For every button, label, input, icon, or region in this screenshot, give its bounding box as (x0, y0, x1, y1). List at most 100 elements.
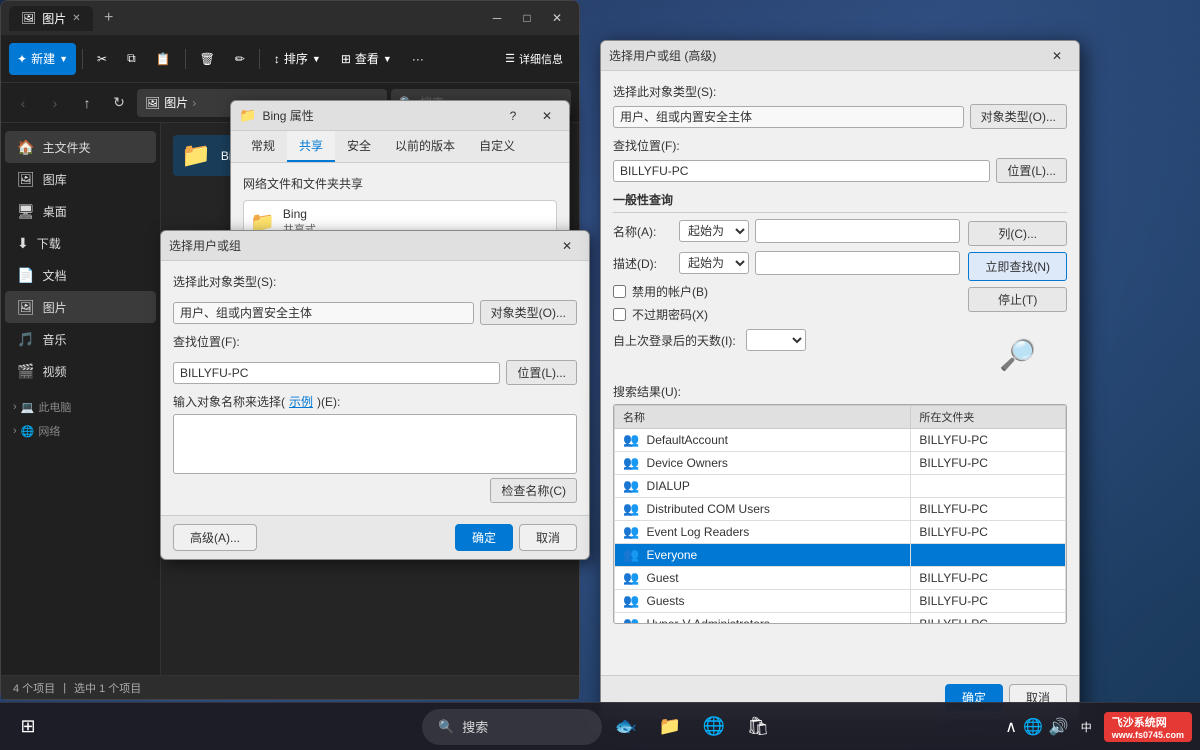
sidebar-desktop-label: 桌面 (43, 203, 67, 220)
taskbar-time[interactable]: 中 (1073, 715, 1100, 739)
column-button[interactable]: 列(C)... (968, 221, 1067, 246)
name-label: 名称(A): (613, 223, 673, 240)
sidebar-item-desktop[interactable]: 🖥 桌面 (5, 195, 156, 227)
desktop-icon: 🖥 (17, 203, 35, 220)
refresh-button[interactable]: ↻ (105, 89, 133, 117)
object-type-button[interactable]: 对象类型(O)... (480, 300, 577, 325)
adv-object-type-btn[interactable]: 对象类型(O)... (970, 104, 1067, 129)
desc-input[interactable] (755, 251, 960, 275)
bing-dialog-help[interactable]: ? (499, 102, 527, 130)
location-input[interactable]: BILLYFU-PC (173, 362, 500, 384)
close-button[interactable]: ✕ (543, 4, 571, 32)
sidebar-item-videos[interactable]: 🎬 视频 (5, 355, 156, 387)
binoculars-icon: 🔎 (999, 339, 1036, 372)
location-value-row: BILLYFU-PC 位置(L)... (173, 360, 577, 385)
result-name: DIALUP (647, 479, 690, 493)
disabled-account-checkbox[interactable] (613, 285, 626, 298)
taskbar-browser[interactable]: 🌐 (694, 707, 734, 747)
sidebar-videos-label: 视频 (42, 363, 66, 380)
new-tab-button[interactable]: + (95, 4, 123, 32)
view-button[interactable]: ⊞ 查看 ▼ (333, 43, 400, 75)
delete-button[interactable]: 🗑 (192, 43, 223, 75)
adv-location-input[interactable]: BILLYFU-PC (613, 160, 990, 182)
result-row-6[interactable]: 👥 Guest BILLYFU-PC (615, 567, 1066, 590)
desc-dropdown[interactable]: 起始为 (679, 252, 749, 274)
tab-general[interactable]: 常规 (239, 131, 287, 162)
paste-button[interactable]: 📋 (148, 43, 179, 75)
result-row-2[interactable]: 👥 DIALUP (615, 475, 1066, 498)
taskbar-search[interactable]: 🔍 搜索 (422, 709, 602, 745)
tab-share[interactable]: 共享 (287, 131, 335, 162)
tab-custom[interactable]: 自定义 (467, 131, 527, 162)
advanced-button[interactable]: 高级(A)... (173, 524, 257, 551)
music-icon: 🎵 (17, 331, 34, 348)
sidebar-item-documents[interactable]: 📄 文档 (5, 259, 156, 291)
location-button[interactable]: 位置(L)... (506, 360, 577, 385)
days-since-dropdown[interactable] (746, 329, 806, 351)
tray-expand-icon[interactable]: ∧ (1005, 717, 1017, 737)
explorer-tab-pictures[interactable]: 🖼 图片 ✕ (9, 6, 93, 31)
sidebar-item-home[interactable]: 🏠 主文件夹 (5, 131, 156, 163)
back-button[interactable]: ‹ (9, 89, 37, 117)
taskbar-store[interactable]: 🛍 (738, 707, 778, 747)
tab-previous[interactable]: 以前的版本 (383, 131, 467, 162)
check-name-button[interactable]: 检查名称(C) (490, 478, 577, 503)
object-name-textarea[interactable] (173, 414, 577, 474)
result-name: Event Log Readers (647, 525, 750, 539)
find-now-button[interactable]: 立即查找(N) (968, 252, 1067, 281)
start-button[interactable]: ⊞ (8, 707, 48, 747)
maximize-button[interactable]: □ (513, 4, 541, 32)
result-row-7[interactable]: 👥 Guests BILLYFU-PC (615, 590, 1066, 613)
sidebar-group-thispc[interactable]: › 💻 此电脑 (1, 395, 160, 419)
adv-location-btn[interactable]: 位置(L)... (996, 158, 1067, 183)
forward-button[interactable]: › (41, 89, 69, 117)
up-button[interactable]: ↑ (73, 89, 101, 117)
minimize-button[interactable]: ─ (483, 4, 511, 32)
name-input[interactable] (755, 219, 960, 243)
disabled-account-row: 禁用的帐户(B) (613, 283, 960, 300)
more-button[interactable]: ··· (404, 43, 432, 75)
result-row-8[interactable]: 👥 Hyper-V Administrators BILLYFU-PC (615, 613, 1066, 625)
select-user-close[interactable]: ✕ (553, 232, 581, 260)
select-user-cancel-button[interactable]: 取消 (519, 524, 577, 551)
results-container[interactable]: 名称 所在文件夹 👥 DefaultAccount BILLYFU-PC (613, 404, 1067, 624)
object-type-input: 用户、组或内置安全主体 (173, 302, 474, 324)
result-row-3[interactable]: 👥 Distributed COM Users BILLYFU-PC (615, 498, 1066, 521)
bing-dialog-close[interactable]: ✕ (533, 102, 561, 130)
sidebar-group-network[interactable]: › 🌐 网络 (1, 419, 160, 443)
network-tray-icon[interactable]: 🌐 (1023, 717, 1043, 737)
result-icon: 👥 (623, 547, 639, 562)
example-link[interactable]: 示例 (289, 393, 313, 410)
result-row-1[interactable]: 👥 Device Owners BILLYFU-PC (615, 452, 1066, 475)
advanced-dialog-close[interactable]: ✕ (1043, 42, 1071, 70)
sidebar-item-downloads[interactable]: ⬇ 下载 (5, 227, 156, 259)
taskbar-apps[interactable]: 🐟 (606, 707, 646, 747)
new-button[interactable]: ✦ 新建 ▼ (9, 43, 76, 75)
copy-button[interactable]: ⧉ (119, 43, 144, 75)
sidebar-item-pictures[interactable]: 🖼 图片 (5, 291, 156, 323)
stop-button[interactable]: 停止(T) (968, 287, 1067, 312)
tab-security[interactable]: 安全 (335, 131, 383, 162)
sort-button[interactable]: ↕ 排序 ▼ (266, 43, 329, 75)
tab-close-icon[interactable]: ✕ (72, 13, 80, 24)
volume-tray-icon[interactable]: 🔊 (1049, 717, 1069, 737)
no-expire-row: 不过期密码(X) (613, 306, 960, 323)
cut-button[interactable]: ✂ (89, 43, 115, 75)
name-dropdown[interactable]: 起始为 (679, 220, 749, 242)
taskbar-files[interactable]: 📁 (650, 707, 690, 747)
downloads-icon: ⬇ (17, 235, 29, 252)
result-row-4[interactable]: 👥 Event Log Readers BILLYFU-PC (615, 521, 1066, 544)
sidebar-item-music[interactable]: 🎵 音乐 (5, 323, 156, 355)
rename-button[interactable]: ✏ (227, 43, 253, 75)
sidebar-pictures-label: 图片 (43, 299, 67, 316)
select-user-ok-button[interactable]: 确定 (455, 524, 513, 551)
result-folder-cell: BILLYFU-PC (911, 429, 1066, 452)
details-button[interactable]: ☰ 详细信息 (497, 43, 571, 75)
result-name: Distributed COM Users (647, 502, 770, 516)
result-row-0[interactable]: 👥 DefaultAccount BILLYFU-PC (615, 429, 1066, 452)
taskbar-right: ∧ 🌐 🔊 中 飞沙系统网 www.fs0745.com (1005, 712, 1200, 742)
taskbar-search-text: 搜索 (462, 717, 488, 736)
no-expire-checkbox[interactable] (613, 308, 626, 321)
sidebar-item-gallery[interactable]: 🖼 图库 (5, 163, 156, 195)
result-row-5[interactable]: 👥 Everyone (615, 544, 1066, 567)
